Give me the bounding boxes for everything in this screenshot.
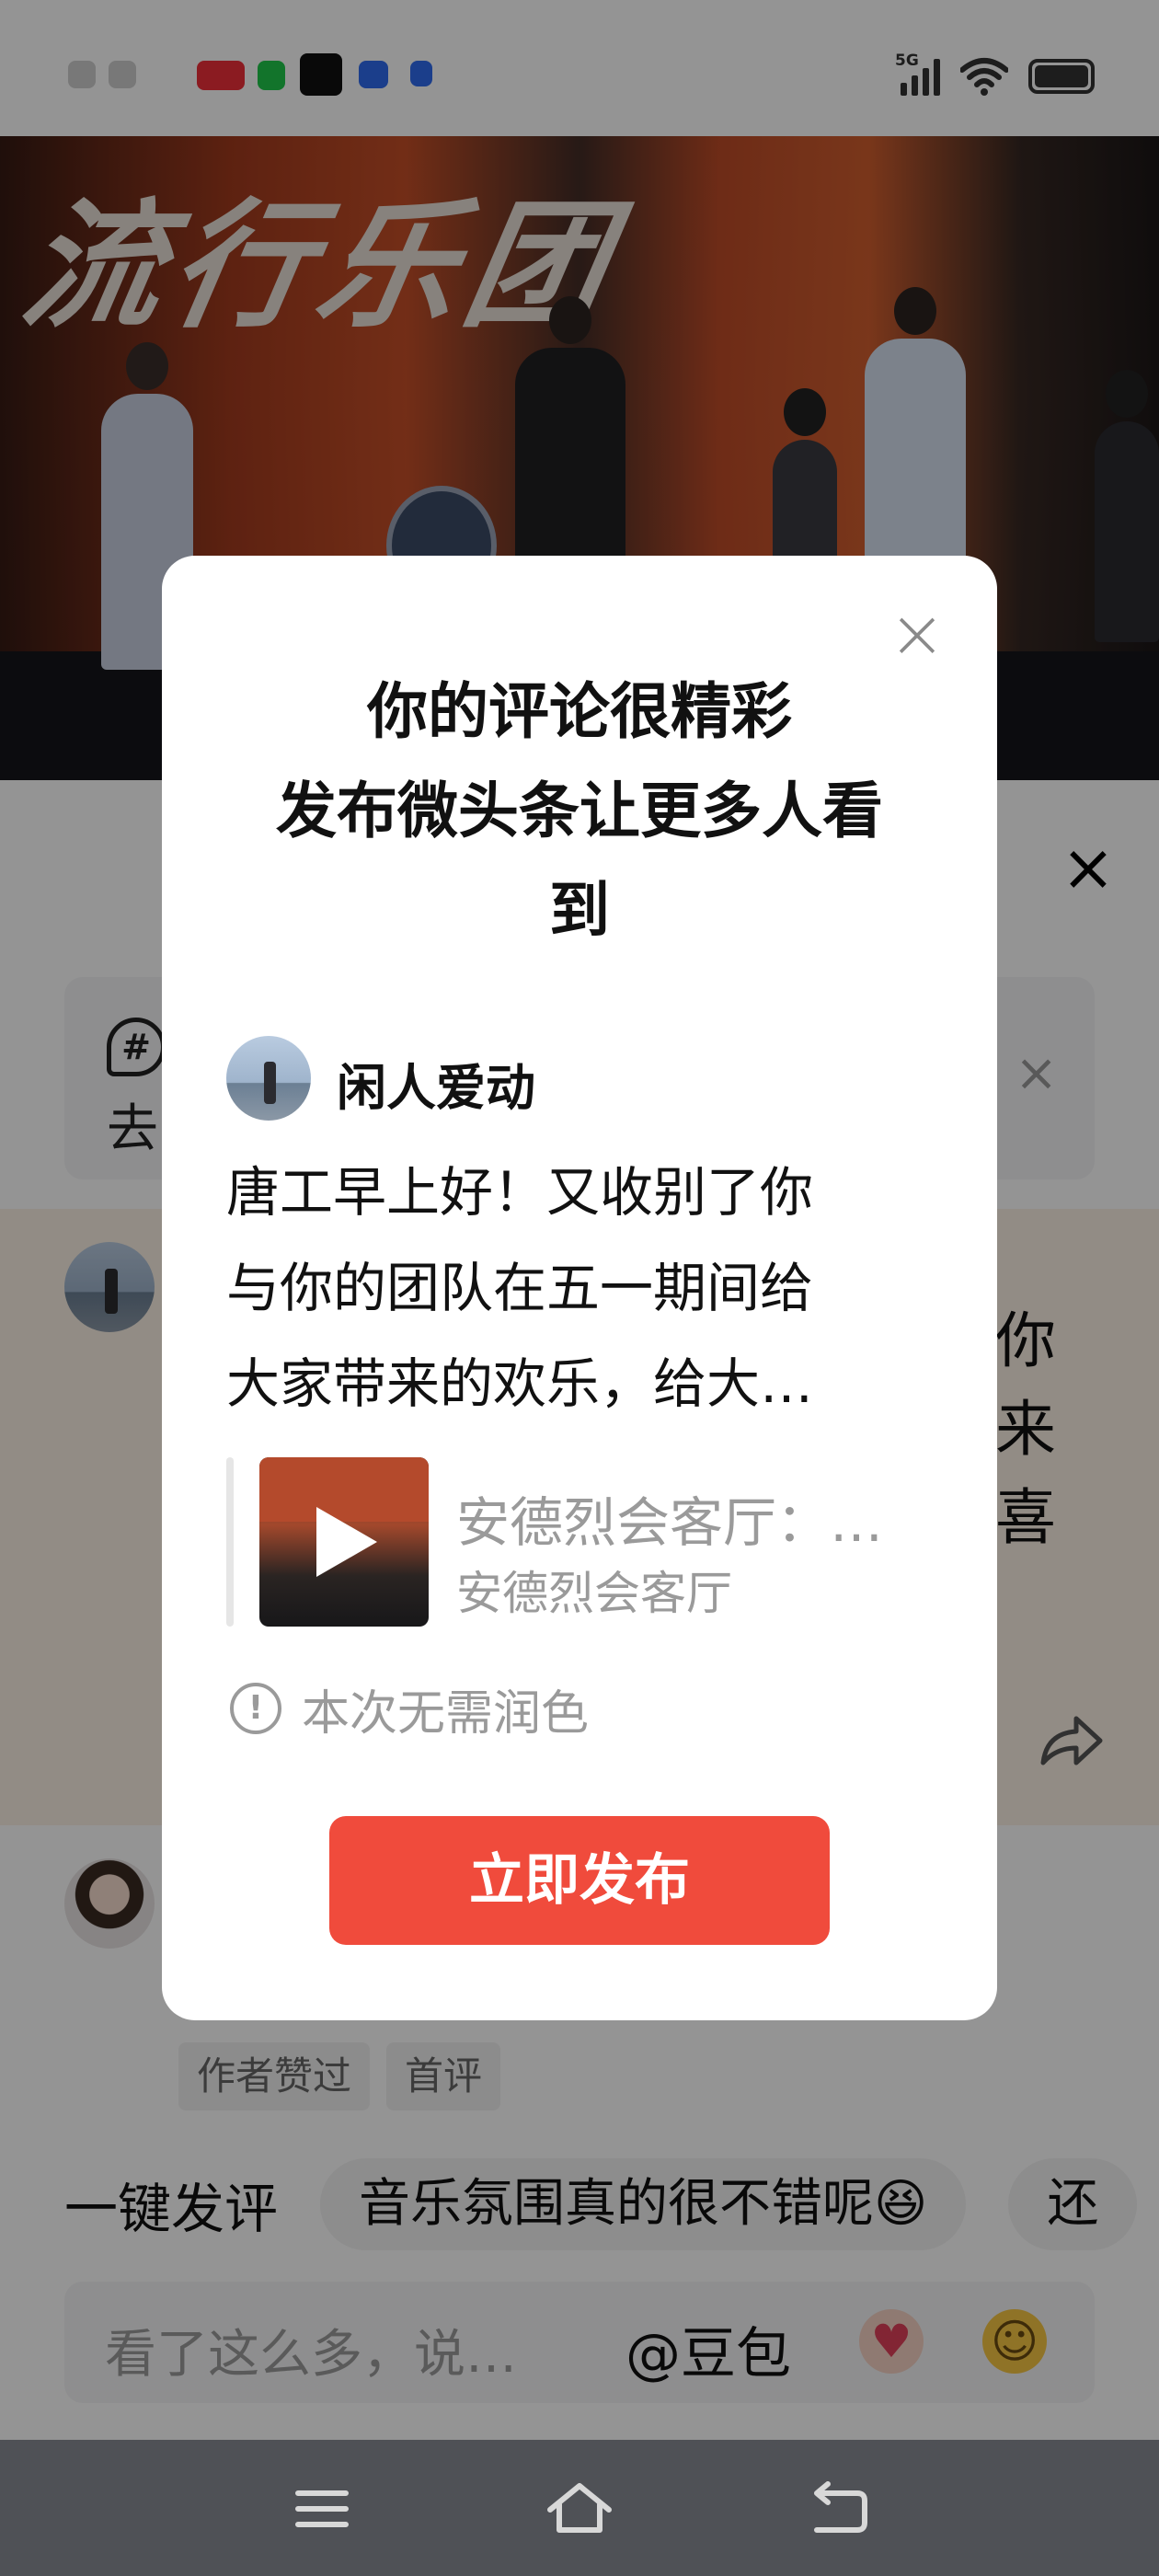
user-name: 闲人爱动 <box>337 1059 535 1117</box>
info-icon: ! <box>230 1683 281 1734</box>
close-icon[interactable]: × <box>885 600 949 668</box>
back-icon[interactable] <box>804 2477 874 2541</box>
comment-preview-line: 唐工早上好！又收别了你 <box>226 1161 814 1224</box>
avatar <box>226 1036 311 1121</box>
article-link-card[interactable]: 安德烈会客厅：… 安德烈会客厅 <box>226 1457 925 1627</box>
comment-preview-line: 与你的团队在五一期间给 <box>226 1257 814 1319</box>
video-thumbnail <box>259 1457 429 1627</box>
dialog-title-line: 你的评论很精彩 <box>367 676 792 747</box>
quote-bar <box>226 1457 234 1627</box>
dialog-title-line: 发布微头条让更多人看 <box>276 776 883 846</box>
dialog-title-line: 到 <box>549 875 610 946</box>
link-title: 安德烈会客厅：… <box>456 1491 884 1554</box>
home-icon[interactable] <box>545 2477 614 2541</box>
notice-text: 本次无需润色 <box>302 1685 590 1742</box>
publish-button[interactable]: 立即发布 <box>329 1816 830 1945</box>
polish-notice: ! 本次无需润色 <box>230 1678 589 1742</box>
link-subtitle: 安德烈会客厅 <box>456 1567 732 1620</box>
play-icon <box>316 1507 377 1577</box>
publish-dialog: × 你的评论很精彩 发布微头条让更多人看 到 闲人爱动 唐工早上好！又收别了你 … <box>162 556 997 2020</box>
menu-icon[interactable] <box>287 2477 357 2541</box>
system-nav-bar <box>0 2440 1159 2576</box>
comment-preview: 唐工早上好！又收别了你 与你的团队在五一期间给 大家带来的欢乐，给大… <box>226 1144 925 1432</box>
comment-preview-line: 大家带来的欢乐，给大… <box>226 1352 814 1415</box>
